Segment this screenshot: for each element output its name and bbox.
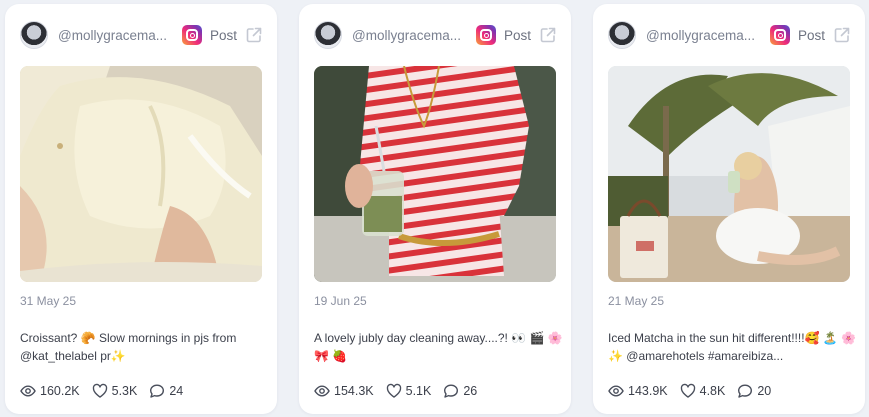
creator-handle[interactable]: @mollygracema... (352, 28, 468, 43)
post-image[interactable] (314, 66, 556, 282)
post-image[interactable] (20, 66, 262, 282)
external-link-icon[interactable] (245, 26, 263, 44)
creator-handle[interactable]: @mollygracema... (58, 28, 174, 43)
instagram-icon (182, 25, 202, 45)
eye-icon (20, 385, 36, 397)
post-date: 31 May 25 (20, 294, 77, 308)
post-type-label: Post (504, 27, 532, 43)
views-count: 160.2K (40, 384, 80, 398)
views-count: 143.9K (628, 384, 668, 398)
instagram-icon (770, 25, 790, 45)
comment-icon (444, 384, 459, 398)
post-stats: 143.9K 4.8K 20 (608, 383, 783, 399)
likes-stat: 4.8K (680, 383, 726, 399)
post-date: 21 May 25 (608, 294, 665, 308)
eye-icon (314, 385, 330, 397)
comments-count: 20 (757, 384, 772, 398)
card-header: @mollygracema... Post (5, 4, 277, 66)
post-type-label: Post (210, 27, 238, 43)
post-card[interactable]: @mollygracema... Post 21 May 25 Iced Mat… (593, 4, 865, 414)
creator-handle[interactable]: @mollygracema... (646, 28, 762, 43)
heart-icon (386, 383, 401, 398)
likes-count: 5.1K (405, 384, 432, 398)
eye-icon (608, 385, 624, 397)
post-date: 19 Jun 25 (314, 294, 367, 308)
post-image[interactable] (608, 66, 850, 282)
views-stat: 160.2K (20, 383, 80, 399)
post-type-label: Post (798, 27, 826, 43)
avatar (314, 21, 342, 49)
views-stat: 154.3K (314, 383, 374, 399)
comments-stat: 20 (737, 383, 771, 399)
likes-count: 5.3K (111, 384, 138, 398)
views-count: 154.3K (334, 384, 374, 398)
card-header: @mollygracema... Post (593, 4, 865, 66)
instagram-icon (476, 25, 496, 45)
comment-icon (738, 384, 753, 398)
card-header: @mollygracema... Post (299, 4, 571, 66)
post-stats: 154.3K 5.1K 26 (314, 383, 489, 399)
avatar (20, 21, 48, 49)
avatar (608, 21, 636, 49)
post-caption: Croissant? 🥐 Slow mornings in pjs from @… (20, 331, 237, 363)
comments-stat: 24 (149, 383, 183, 399)
post-caption: Iced Matcha in the sun hit different!!!!… (608, 331, 857, 363)
likes-stat: 5.1K (386, 383, 432, 399)
comments-count: 26 (463, 384, 478, 398)
comment-icon (150, 384, 165, 398)
post-caption: A lovely jubly day cleaning away....?! 👀… (314, 331, 563, 363)
external-link-icon[interactable] (539, 26, 557, 44)
post-card[interactable]: @mollygracema... Post 19 Jun 25 A lovely… (299, 4, 571, 414)
comments-count: 24 (169, 384, 184, 398)
heart-icon (680, 383, 695, 398)
post-card[interactable]: @mollygracema... Post 31 May 25 Croissan… (5, 4, 277, 414)
external-link-icon[interactable] (833, 26, 851, 44)
views-stat: 143.9K (608, 383, 668, 399)
likes-stat: 5.3K (92, 383, 138, 399)
comments-stat: 26 (443, 383, 477, 399)
post-stats: 160.2K 5.3K 24 (20, 383, 195, 399)
likes-count: 4.8K (699, 384, 726, 398)
heart-icon (92, 383, 107, 398)
